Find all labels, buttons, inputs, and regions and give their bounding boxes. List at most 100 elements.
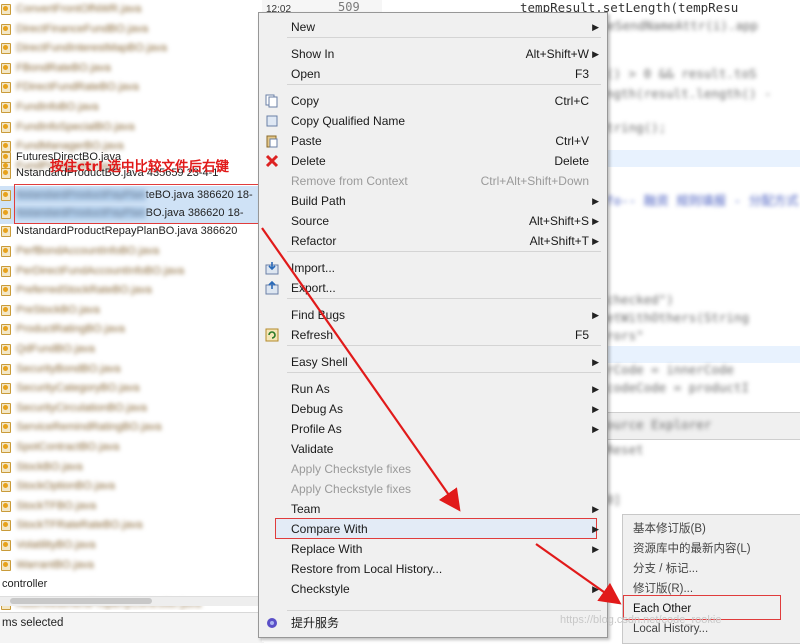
submenu-item-0[interactable]: 基本修订版(B) — [633, 519, 706, 539]
submenu-arrow-icon: ▶ — [592, 424, 599, 434]
tree-row-label: DirectFinanceFundBO.java — [16, 22, 149, 35]
tree-row[interactable]: PerDirectFundAccountInfoBO.java — [0, 262, 262, 282]
submenu-item-1[interactable]: 资源库中的最新内容(L) — [633, 539, 751, 559]
menu-item-open[interactable]: Open F3 — [259, 64, 607, 84]
tree-row[interactable]: StockOptionBO.java — [0, 477, 262, 497]
menu-item-shortcut: Ctrl+Alt+Shift+Down — [480, 174, 589, 188]
menu-item-shortcut: F5 — [574, 328, 589, 342]
tree-row[interactable]: StockBO.java — [0, 458, 262, 478]
menu-item-checkstyle[interactable]: Checkstyle ▶ — [259, 579, 607, 599]
menu-item-build-path[interactable]: Build Path ▶ — [259, 191, 607, 211]
tree-row[interactable]: DirectFinanceFundBO.java — [0, 20, 262, 40]
menu-item-show-in[interactable]: Show In Alt+Shift+W ▶ — [259, 44, 607, 64]
java-file-icon — [1, 285, 11, 297]
menu-item-profile-as[interactable]: Profile As ▶ — [259, 419, 607, 439]
code-line-blurred: rors" — [606, 328, 644, 343]
menu-item-delete[interactable]: Delete Delete — [259, 151, 607, 171]
tree-row[interactable]: VolatilityBO.java — [0, 536, 262, 556]
menu-item-label: Copy Qualified Name — [291, 114, 406, 128]
delete-icon — [265, 154, 279, 168]
menu-item-label: Refactor — [291, 234, 337, 248]
tree-row[interactable]: SecurityCirculationBO.java — [0, 399, 262, 419]
menu-item-import[interactable]: Import... — [259, 258, 607, 278]
menu-item-label: Checkstyle — [291, 582, 350, 596]
menu-item-label: Validate — [291, 442, 334, 456]
tree-row-label: StockTFRateRateBO.java — [16, 519, 143, 532]
submenu-arrow-icon: ▶ — [592, 310, 599, 320]
menu-item-label: Compare With — [291, 522, 368, 536]
tree-row-label: PreferredStockRateBO.java — [16, 284, 152, 297]
menu-item-copy-qualified-name[interactable]: Copy Qualified Name — [259, 111, 607, 131]
submenu-arrow-icon: ▶ — [592, 504, 599, 514]
submenu-arrow-icon: ▶ — [592, 49, 599, 59]
tree-row[interactable]: SpotContractBO.java — [0, 438, 262, 458]
menu-item-find-bugs[interactable]: Find Bugs ▶ — [259, 305, 607, 325]
tree-row[interactable]: PerfBondAccountInfoBO.java — [0, 242, 262, 262]
menu-item-label: Apply Checkstyle fixes — [291, 482, 412, 496]
menu-item-debug-as[interactable]: Debug As ▶ — [259, 399, 607, 419]
java-file-icon — [1, 246, 11, 257]
context-menu: New ▶ Show In Alt+Shift+W ▶ Open F3 Copy Ctrl+C C… — [258, 12, 608, 638]
menu-item-copy[interactable]: Copy Ctrl+C — [259, 91, 607, 111]
tree-row-label: DirectFundInterestMapBO.java — [16, 42, 168, 55]
menu-item-service[interactable]: 提升服务 — [259, 613, 607, 633]
menu-item-label: Replace With — [291, 542, 363, 556]
tree-row-label: StockTFBO.java — [16, 499, 97, 512]
java-file-icon — [1, 226, 11, 237]
submenu-arrow-icon: ▶ — [592, 404, 599, 414]
horizontal-scrollbar[interactable] — [0, 596, 262, 606]
submenu-arrow-icon: ▶ — [592, 584, 599, 594]
tree-row-label: SecurityCategoryBO.java — [16, 382, 140, 395]
tree-row[interactable]: StockTFRateRateBO.java — [0, 516, 262, 536]
tree-row-label: PerDirectFundAccountInfoBO.java — [16, 264, 185, 277]
menu-item-refactor[interactable]: Refactor Alt+Shift+T ▶ — [259, 231, 607, 251]
menu-item-new[interactable]: New ▶ — [259, 17, 607, 37]
menu-item-restore-from-local-history[interactable]: Restore from Local History... — [259, 559, 607, 579]
tree-row[interactable]: NstandardProductRepayPlanBO.java 386620 — [0, 222, 262, 242]
menu-item-label: Show In — [291, 47, 335, 61]
tree-row[interactable]: FundInfoSpecialBO.java — [0, 118, 262, 138]
code-line-blurred: Reset — [606, 442, 644, 457]
tree-row[interactable]: FBondRateBO.java — [0, 59, 262, 79]
java-file-icon — [1, 190, 11, 201]
tree-row[interactable]: StockTFBO.java — [0, 497, 262, 517]
tree-row-label: NstandardProductRepayPlanBO.java 386620 — [16, 225, 238, 237]
menu-item-validate[interactable]: Validate — [259, 439, 607, 459]
menu-item-source[interactable]: Source Alt+Shift+S ▶ — [259, 211, 607, 231]
tree-row[interactable]: PreferredStockRateBO.java — [0, 281, 262, 301]
submenu-item-2[interactable]: 分支 / 标记... — [633, 559, 698, 579]
scrollbar-thumb[interactable] — [10, 598, 152, 604]
tree-row[interactable]: FDirectFundRateBO.java — [0, 78, 262, 98]
tree-row-label: SecurityBondBO.java — [16, 362, 121, 375]
menu-item-export[interactable]: Export... — [259, 278, 607, 298]
tree-row[interactable]: FundInfoBO.java — [0, 98, 262, 118]
java-file-icon — [1, 540, 11, 551]
tree-row[interactable]: SecurityBondBO.java — [0, 360, 262, 380]
menu-item-apply-checkstyle-fixes: Apply Checkstyle fixes — [259, 459, 607, 479]
menu-item-easy-shell[interactable]: Easy Shell ▶ — [259, 352, 607, 372]
menu-item-label: Delete — [291, 154, 326, 168]
tree-row[interactable]: QdFundBO.java — [0, 340, 262, 360]
tree-row[interactable]: PreStockBO.java — [0, 301, 262, 321]
menu-item-compare-with[interactable]: Compare With ▶ — [259, 518, 607, 539]
tree-row[interactable]: ServiceRemindRatingBO.java — [0, 418, 262, 438]
tree-row[interactable]: SecurityCategoryBO.java — [0, 379, 262, 399]
menu-item-run-as[interactable]: Run As ▶ — [259, 379, 607, 399]
menu-item-replace-with[interactable]: Replace With ▶ — [259, 539, 607, 559]
tree-row[interactable]: WarrantBO.java — [0, 556, 262, 576]
menu-item-label: Open — [291, 67, 321, 81]
menu-item-shortcut: Alt+Shift+W — [525, 47, 589, 61]
menu-item-team[interactable]: Team ▶ — [259, 499, 607, 519]
export-icon — [265, 280, 279, 295]
menu-item-label: Refresh — [291, 328, 334, 342]
tree-row[interactable]: ProductRatingBO.java — [0, 320, 262, 340]
tree-row[interactable]: controller — [0, 575, 262, 595]
menu-item-paste[interactable]: Paste Ctrl+V — [259, 131, 607, 151]
java-file-icon — [1, 402, 11, 414]
java-file-icon — [1, 324, 11, 336]
menu-item-refresh[interactable]: Refresh F5 — [259, 325, 607, 345]
tree-row[interactable]: ConvertFrontOfNWR.java — [0, 0, 262, 20]
tree-row-label: FDirectFundRateBO.java — [16, 81, 139, 94]
java-file-icon — [1, 461, 11, 473]
tree-row[interactable]: DirectFundInterestMapBO.java — [0, 39, 262, 59]
